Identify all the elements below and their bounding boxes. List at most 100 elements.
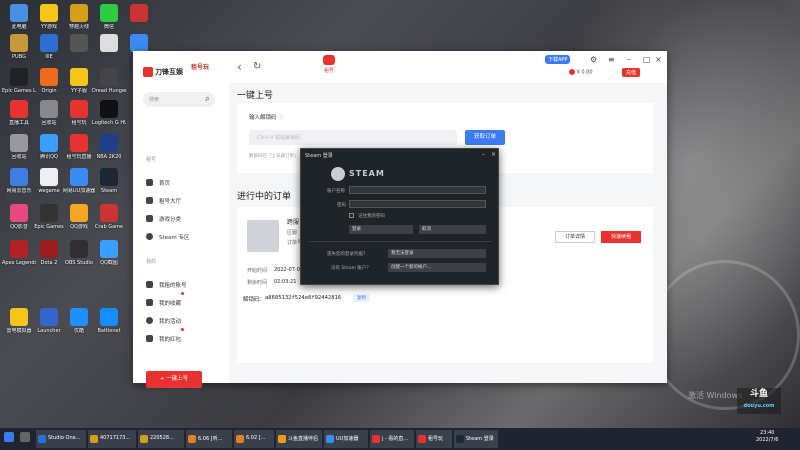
desktop-icon[interactable]: YY游戏 — [32, 4, 66, 30]
settings-icon[interactable]: ⚙ — [590, 55, 597, 64]
minimize-icon[interactable]: – — [482, 151, 485, 158]
recharge-button[interactable]: 充值 — [622, 68, 641, 77]
taskview-icon[interactable] — [20, 432, 30, 442]
download-app-button[interactable]: 下载APP — [545, 55, 571, 64]
desktop-icon[interactable]: 优酷 — [62, 308, 96, 334]
refresh-icon[interactable]: ↻ — [253, 61, 261, 72]
desktop-icon[interactable]: Launcher — [32, 308, 66, 334]
desktop-icon[interactable] — [122, 4, 156, 24]
create-account-button[interactable]: 创建一个新的帐户... — [388, 263, 486, 272]
code-placeholder: Ctrl+V 粘贴解锁码 — [257, 135, 301, 141]
sidebar-item-activities[interactable]: 我的活动 — [146, 310, 181, 325]
desktop-icon[interactable]: 租号玩直播 — [62, 134, 96, 160]
username-field[interactable] — [349, 186, 486, 194]
desktop-icon[interactable]: 网易云音乐 — [2, 168, 36, 194]
taskbar-app-icon — [236, 435, 244, 443]
sidebar-item-steam[interactable]: Steam 专区 — [146, 226, 190, 241]
unlock-code-input[interactable]: Ctrl+V 粘贴解锁码 — [249, 130, 457, 145]
desktop-icon[interactable]: 雷电模拟器 — [2, 308, 36, 334]
desktop-icon[interactable]: Logitech G HUB — [92, 100, 126, 126]
desktop-icon[interactable]: Dota 2 — [32, 240, 66, 266]
account-icon — [146, 281, 153, 288]
desktop-icon-label: Epic Games — [34, 224, 64, 230]
remember-checkbox[interactable] — [349, 213, 354, 218]
app-icon — [10, 4, 28, 22]
app-icon — [10, 168, 28, 186]
taskbar-item-label: 斗鱼直播伴侣 — [288, 436, 319, 442]
clock-date: 2022/7/6 — [756, 437, 779, 443]
sidebar-item-my-accounts[interactable]: 我租的账号 — [146, 274, 187, 289]
avatar[interactable] — [569, 69, 575, 75]
desktop-icon[interactable]: 回收站 — [32, 100, 66, 126]
code-label-text: 输入解锁码 — [249, 115, 277, 121]
desktop-icon[interactable]: 微信 — [92, 4, 126, 30]
desktop-icon[interactable]: QQ截图 — [92, 240, 126, 266]
desktop-icon[interactable]: QQ影音 — [2, 204, 36, 230]
order-detail-button[interactable]: 订单详情 — [555, 231, 595, 243]
desktop-icon[interactable]: 直播工具 — [2, 100, 36, 126]
desktop-icon[interactable]: 腾讯QQ — [32, 134, 66, 160]
one-key-login-button[interactable]: + 一键上号 — [146, 371, 202, 388]
desktop-icon[interactable]: OBS Studio — [62, 240, 96, 266]
desktop-icon[interactable]: 回收站 — [2, 134, 36, 160]
desktop-icon[interactable] — [92, 34, 126, 54]
activity-icon — [146, 317, 153, 324]
app-icon — [10, 100, 28, 118]
desktop-icon[interactable]: 穿越火线 — [62, 4, 96, 30]
desktop-icon[interactable]: Apex Legends — [2, 240, 36, 266]
douyu-sub: douyu.com — [743, 403, 775, 409]
desktop-icon[interactable]: wegame — [32, 168, 66, 194]
desktop-icon[interactable]: QQ游戏 — [62, 204, 96, 230]
copy-button[interactable]: 复制 — [353, 294, 370, 302]
cant-login-button[interactable]: 我无法登录 — [388, 249, 486, 258]
start-time-label: 开始时间 — [247, 268, 268, 274]
get-order-button[interactable]: 获取订单 — [465, 130, 505, 145]
desktop-icon[interactable]: IIIE — [32, 34, 66, 60]
app-icon — [40, 204, 58, 222]
menu-icon[interactable]: ≡ — [608, 55, 615, 64]
cancel-button[interactable]: 取消 — [419, 225, 486, 234]
desktop-icon[interactable]: PUBG — [2, 34, 36, 60]
maximize-icon[interactable]: □ — [643, 55, 651, 64]
back-icon[interactable]: ‹ — [237, 60, 242, 74]
system-clock[interactable]: 23:40 2022/7/6 — [756, 430, 778, 444]
close-icon[interactable]: × — [655, 55, 662, 64]
desktop-icon[interactable]: NBA 2K20 — [92, 134, 126, 160]
sidebar-item-favorites[interactable]: 我的收藏 — [146, 292, 185, 307]
login-button[interactable]: 登录 — [349, 225, 413, 234]
desktop-icon[interactable]: Battlenet — [92, 308, 126, 334]
desktop-icon[interactable]: Epic Games Launcher — [2, 68, 36, 94]
start-icon[interactable] — [4, 432, 14, 442]
desktop-icon[interactable]: 此电脑 — [2, 4, 36, 30]
taskbar-app-icon — [188, 435, 196, 443]
code-label: 输入解锁码 ⓘ — [249, 113, 284, 121]
desktop-icon-label: 租号玩 — [71, 120, 87, 126]
sidebar-item-hall[interactable]: 租号大厅 — [146, 190, 181, 205]
desktop-icon[interactable]: Origin — [32, 68, 66, 94]
desktop-icon[interactable]: Crab Game — [92, 204, 126, 230]
app-icon — [130, 34, 148, 52]
search-icon[interactable]: ⌕ — [205, 94, 210, 104]
desktop-icon[interactable]: Dread Hunger — [92, 68, 126, 94]
desktop-icon[interactable]: 租号玩 — [62, 100, 96, 126]
sidebar-item-redpacket[interactable]: 我的红包 — [146, 328, 185, 343]
desktop-icon[interactable]: 网易UU加速器 — [62, 168, 96, 194]
close-icon[interactable]: × — [491, 151, 496, 158]
minimize-icon[interactable]: – — [627, 55, 631, 64]
desktop-icon[interactable]: Steam — [92, 168, 126, 194]
password-field[interactable] — [349, 200, 486, 208]
search-placeholder: 搜索 — [149, 97, 160, 103]
desktop-icon[interactable]: YY子服 — [62, 68, 96, 94]
desktop-icon-label: Epic Games Launcher — [2, 88, 36, 94]
tab-rent[interactable]: 租号 — [318, 55, 340, 79]
quick-renew-button[interactable]: 快速续租 — [601, 231, 641, 243]
app-icon — [70, 34, 88, 52]
sidebar-item-home[interactable]: 首页 — [146, 172, 170, 187]
sidebar-item-label: 我的红包 — [159, 336, 182, 343]
divider — [309, 241, 492, 242]
help-icon[interactable]: ⓘ — [278, 115, 284, 121]
sidebar-item-categories[interactable]: 游戏分类 — [146, 208, 181, 223]
desktop-icon[interactable] — [62, 34, 96, 54]
search-input[interactable]: 搜索 ⌕ — [143, 92, 215, 107]
desktop-icon[interactable]: Epic Games — [32, 204, 66, 230]
